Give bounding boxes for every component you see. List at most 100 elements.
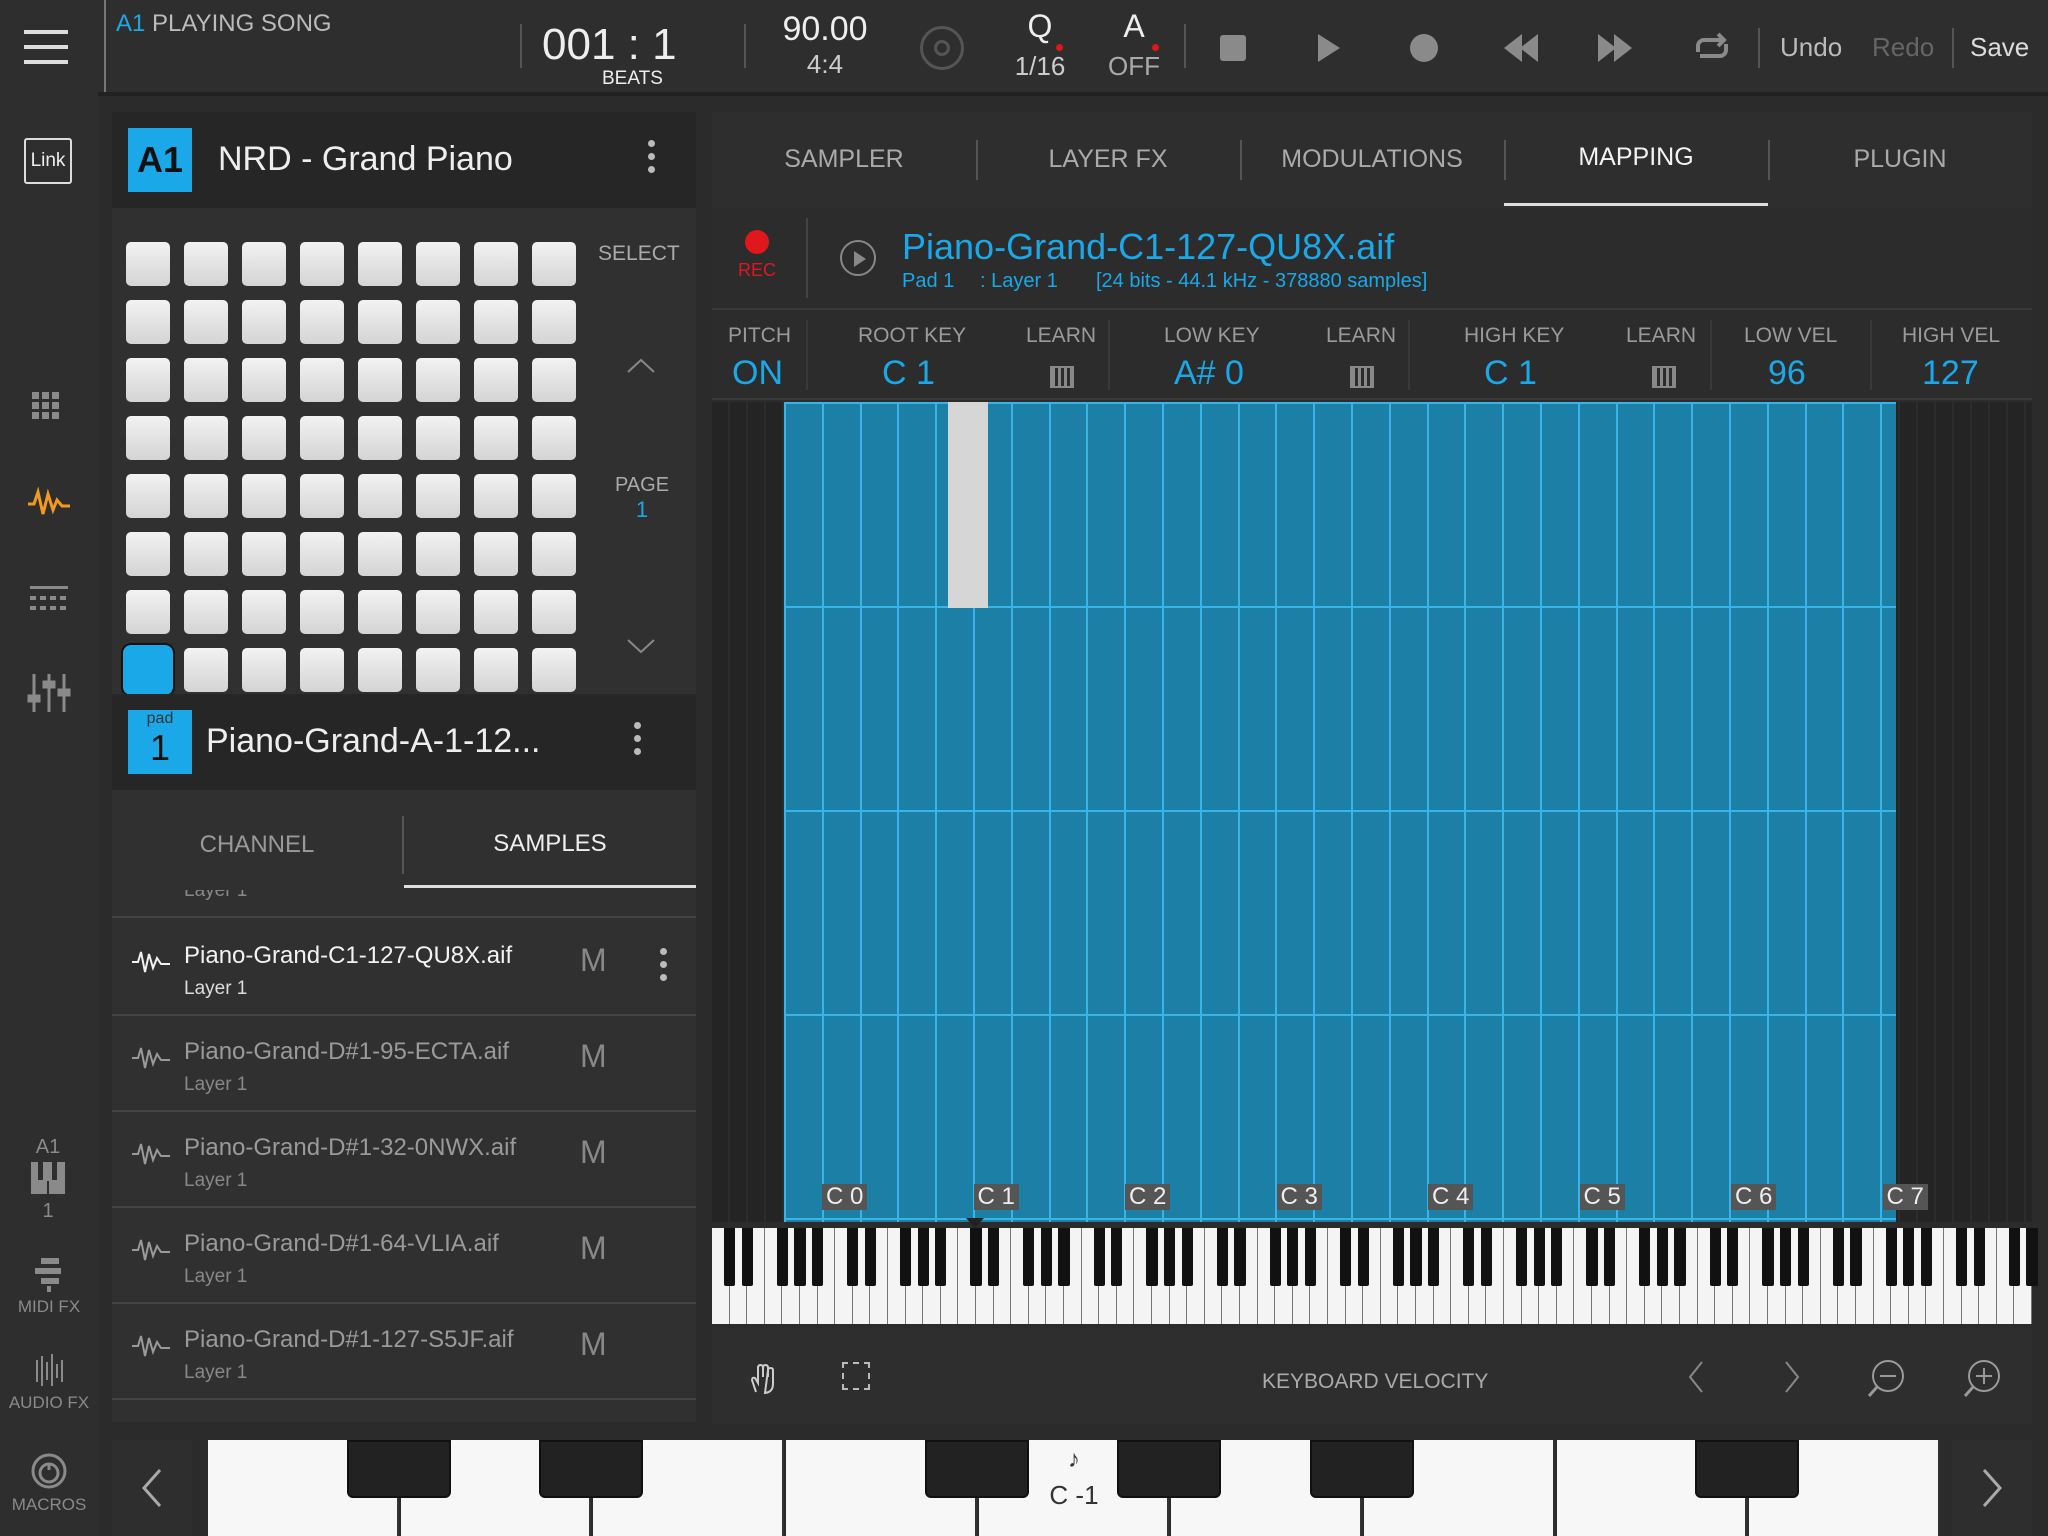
pad-button[interactable] <box>358 532 402 576</box>
black-key[interactable] <box>1163 1228 1176 1286</box>
mute-toggle[interactable]: M <box>580 1134 607 1171</box>
play-keys[interactable]: ♪ C -1 <box>206 1440 1940 1536</box>
black-key[interactable] <box>2026 1228 2038 1286</box>
song-status[interactable]: A1 PLAYING SONG <box>104 0 514 92</box>
black-key[interactable] <box>1533 1228 1545 1286</box>
pad-button[interactable] <box>358 590 402 634</box>
pad-button[interactable] <box>532 532 576 576</box>
black-key[interactable] <box>1639 1228 1651 1286</box>
black-key[interactable] <box>1339 1228 1352 1286</box>
pad-button[interactable] <box>474 358 518 402</box>
pad-button[interactable] <box>126 590 170 634</box>
play-black-key[interactable] <box>346 1440 451 1498</box>
black-key[interactable] <box>1973 1228 1985 1286</box>
black-key[interactable] <box>1480 1228 1493 1286</box>
sample-row[interactable]: Piano-Grand-D#1-32-0NWX.aif Layer 1 M <box>112 1112 696 1208</box>
black-key[interactable] <box>1410 1228 1422 1286</box>
stop-icon[interactable] <box>1220 35 1246 61</box>
black-key[interactable] <box>776 1228 789 1286</box>
pad-button[interactable] <box>300 532 344 576</box>
black-key[interactable] <box>1586 1228 1598 1286</box>
black-key[interactable] <box>1427 1228 1440 1286</box>
tab-modulations[interactable]: MODULATIONS <box>1240 112 1504 206</box>
pad-button[interactable] <box>184 358 228 402</box>
quantize-control[interactable]: Q 1/16 <box>1000 8 1080 92</box>
position-display[interactable]: 001 : 1 BEATS <box>530 10 740 90</box>
macros-button[interactable]: MACROS <box>4 1452 94 1522</box>
black-key[interactable] <box>1234 1228 1246 1286</box>
black-key[interactable] <box>847 1228 859 1286</box>
black-key[interactable] <box>1797 1228 1809 1286</box>
black-key[interactable] <box>1551 1228 1563 1286</box>
sample-row[interactable]: Piano-Grand-D#1-95-ECTA.aif Layer 1 M <box>112 1016 696 1112</box>
mixer-icon[interactable] <box>22 666 76 720</box>
keyboard-velocity-label[interactable]: KEYBOARD VELOCITY <box>1262 1370 1488 1394</box>
black-key[interactable] <box>1181 1228 1193 1286</box>
black-key[interactable] <box>1111 1228 1123 1286</box>
pad-button[interactable] <box>242 648 286 692</box>
black-key[interactable] <box>1709 1228 1721 1286</box>
pad-button[interactable] <box>358 648 402 692</box>
low-key-value[interactable]: A# 0 <box>1174 354 1244 393</box>
pad-button[interactable] <box>184 300 228 344</box>
pad-button[interactable] <box>184 532 228 576</box>
zoom-out-icon[interactable] <box>1866 1358 1910 1402</box>
black-key[interactable] <box>1392 1228 1405 1286</box>
black-key[interactable] <box>987 1228 1000 1286</box>
octave-down-button[interactable] <box>112 1440 192 1536</box>
black-key[interactable] <box>2008 1228 2021 1286</box>
pad-button[interactable] <box>300 242 344 286</box>
midi-fx-button[interactable]: MIDI FX <box>4 1256 94 1326</box>
pad-button[interactable] <box>416 358 460 402</box>
pad-button[interactable] <box>416 648 460 692</box>
tempo-display[interactable]: 90.00 4:4 <box>760 10 890 90</box>
pad-more-icon[interactable] <box>634 722 642 762</box>
octave-up-button[interactable] <box>1952 1440 2032 1536</box>
pad-button[interactable] <box>532 416 576 460</box>
pad-button[interactable] <box>416 532 460 576</box>
pad-button[interactable] <box>242 590 286 634</box>
sample-filename[interactable]: Piano-Grand-C1-127-QU8X.aif <box>902 226 1394 268</box>
black-key[interactable] <box>741 1228 753 1286</box>
pitch-value[interactable]: ON <box>732 354 783 393</box>
black-key[interactable] <box>1850 1228 1862 1286</box>
tab-channel[interactable]: CHANNEL <box>112 802 402 888</box>
root-key-value[interactable]: C 1 <box>882 354 935 393</box>
waveform-icon[interactable] <box>22 476 76 530</box>
pad-button[interactable] <box>474 648 518 692</box>
pad-button[interactable] <box>184 474 228 518</box>
black-key[interactable] <box>794 1228 806 1286</box>
pad-button[interactable] <box>184 242 228 286</box>
pad-button[interactable] <box>416 416 460 460</box>
black-key[interactable] <box>935 1228 947 1286</box>
black-key[interactable] <box>970 1228 982 1286</box>
black-key[interactable] <box>1023 1228 1035 1286</box>
pad-button[interactable] <box>532 648 576 692</box>
play-black-key[interactable] <box>1310 1440 1414 1498</box>
select-label[interactable]: SELECT <box>598 242 680 266</box>
tab-mapping[interactable]: MAPPING <box>1504 112 1768 206</box>
pad-button[interactable] <box>474 300 518 344</box>
pad-button[interactable] <box>126 648 170 692</box>
pad-button[interactable] <box>532 358 576 402</box>
pad-button[interactable] <box>532 300 576 344</box>
pad-button[interactable] <box>126 474 170 518</box>
pad-button[interactable] <box>300 358 344 402</box>
mapped-zone[interactable] <box>948 402 988 608</box>
black-key[interactable] <box>1727 1228 1739 1286</box>
previous-icon[interactable] <box>1686 1360 1706 1394</box>
mapping-keyboard[interactable] <box>712 1228 2038 1324</box>
pad-button[interactable] <box>126 416 170 460</box>
pad-button[interactable] <box>242 358 286 402</box>
root-learn-keyboard-icon[interactable] <box>1050 366 1074 388</box>
black-key[interactable] <box>1216 1228 1229 1286</box>
mute-toggle[interactable]: M <box>580 1038 607 1075</box>
pad-button[interactable] <box>358 416 402 460</box>
high-key-value[interactable]: C 1 <box>1484 354 1537 393</box>
tab-samples[interactable]: SAMPLES <box>404 802 696 888</box>
black-key[interactable] <box>1656 1228 1669 1286</box>
sample-row[interactable]: Piano-Grand-D#1-64-VLIA.aif Layer 1 M <box>112 1208 696 1304</box>
pad-button[interactable] <box>242 532 286 576</box>
black-key[interactable] <box>1357 1228 1369 1286</box>
audio-fx-button[interactable]: AUDIO FX <box>4 1352 94 1422</box>
